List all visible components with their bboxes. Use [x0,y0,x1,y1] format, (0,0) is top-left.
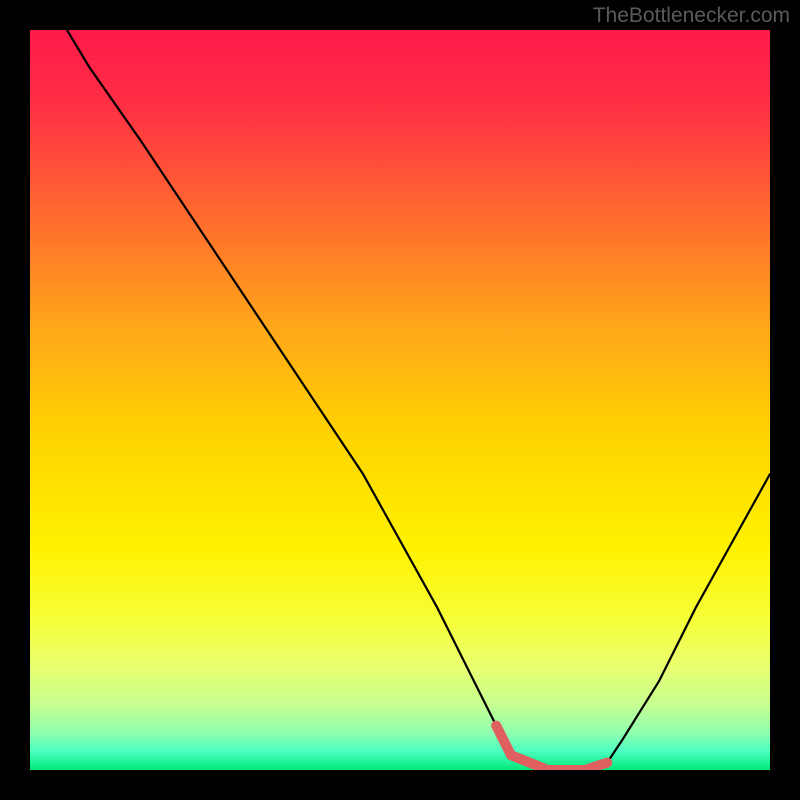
chart-plot-area [30,30,770,770]
chart-overlay [30,30,770,770]
bottleneck-curve [67,30,770,770]
optimal-range-highlight [496,726,607,770]
attribution-text: TheBottlenecker.com [593,4,790,28]
